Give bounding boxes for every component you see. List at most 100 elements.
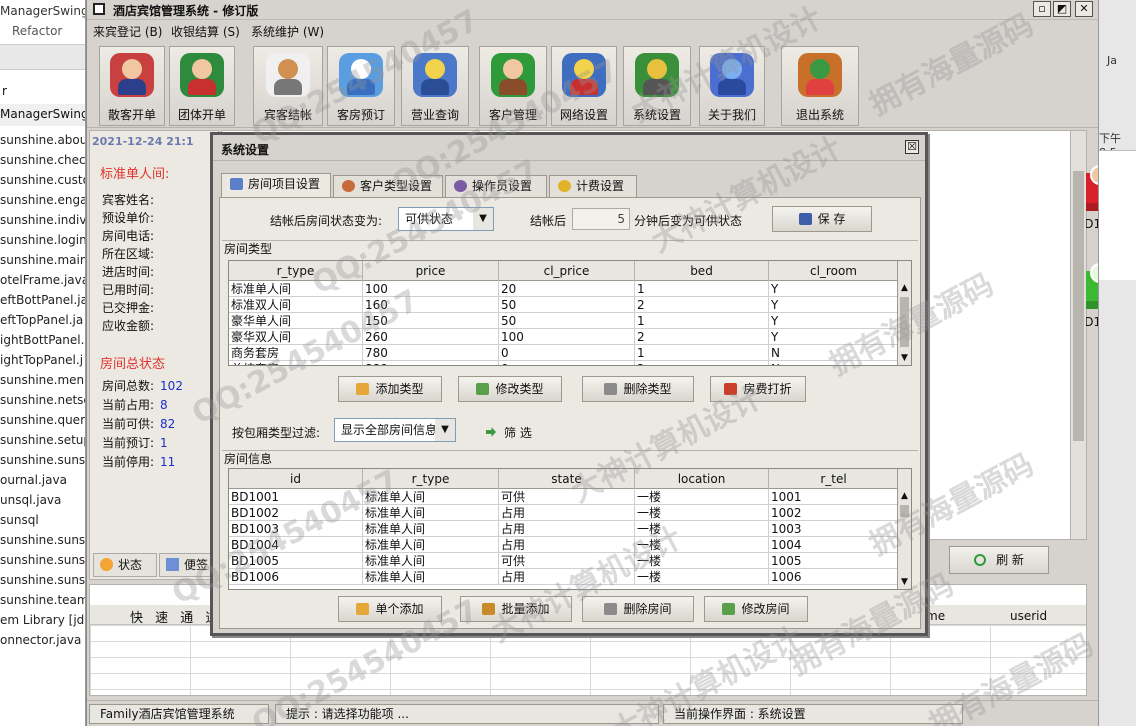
ide-file-item[interactable]: ightBottPanel. [0, 330, 85, 350]
add-room-button[interactable]: 单个添加 [338, 596, 442, 622]
table-cell: 260 [363, 329, 499, 345]
table-cell: 标准单人间 [363, 521, 499, 537]
scroll-up-icon[interactable]: ▲ [898, 489, 911, 503]
scroll-thumb[interactable] [900, 505, 909, 517]
batch-add-button[interactable]: 批量添加 [460, 596, 572, 622]
minimize-button[interactable]: ▫ [1033, 1, 1051, 17]
ide-file-item[interactable]: sunshine.menu [0, 370, 85, 390]
ide-file-item[interactable]: eftTopPanel.ja [0, 310, 85, 330]
toolbar-button-1[interactable]: 团体开单 [169, 46, 235, 126]
delete-room-button[interactable]: 删除房间 [582, 596, 694, 622]
toolbar-button-8[interactable]: 关于我们 [699, 46, 765, 126]
refresh-button[interactable]: 刷 新 [949, 546, 1049, 574]
ide-file-item[interactable]: unsql.java [0, 490, 85, 510]
tab-label: 计费设置 [576, 179, 625, 193]
close-button[interactable]: ✕ [1075, 1, 1093, 17]
ide-tab-ja[interactable]: Ja [1107, 54, 1117, 67]
toolbar-button-2[interactable]: 宾客结帐 [253, 46, 323, 126]
ide-file-item[interactable]: sunshine.about [0, 130, 85, 150]
scroll-down-icon[interactable]: ▼ [898, 575, 911, 589]
menu-maintenance[interactable]: 系统维护 (W) [251, 23, 324, 40]
column-header[interactable]: r_type [363, 469, 499, 489]
tab-room-settings[interactable]: 房间项目设置 [221, 173, 331, 198]
ide-file-item[interactable]: eftBottPanel.ja [0, 290, 85, 310]
table-cell: 1004 [769, 537, 899, 553]
toolbar-button-0[interactable]: 散客开单 [99, 46, 165, 126]
toolbar-button-3[interactable]: 客房预订 [327, 46, 395, 126]
delete-type-button[interactable]: 删除类型 [582, 376, 694, 402]
ide-file-item[interactable]: sunshine.main [0, 250, 85, 270]
ide-file-item[interactable]: sunshine.custo [0, 170, 85, 190]
tab-customer-type[interactable]: 客户类型设置 [333, 175, 443, 197]
menu-bar: 来宾登记 (B) 收银结算 (S) 系统维护 (W) [87, 20, 1098, 42]
scroll-thumb[interactable] [1073, 171, 1084, 441]
table-cell: 1005 [769, 553, 899, 569]
column-header[interactable]: cl_price [499, 261, 635, 281]
filter-button[interactable]: 筛 选 [486, 424, 532, 441]
save-button[interactable]: 保 存 [772, 206, 872, 232]
column-header[interactable]: r_type [229, 261, 363, 281]
scroll-down-icon[interactable]: ▼ [898, 351, 911, 365]
ide-file-item[interactable]: onnector.java [0, 630, 85, 650]
table-cell: 总统套房 [229, 361, 363, 365]
column-header[interactable]: bed [635, 261, 769, 281]
toolbar-button-4[interactable]: 营业查询 [401, 46, 469, 126]
ide-file-item[interactable]: sunshine.quer [0, 410, 85, 430]
toolbar-button-7[interactable]: 系统设置 [623, 46, 691, 126]
room-scrollbar[interactable] [1070, 131, 1086, 539]
ide-file-item[interactable]: sunshine.netse [0, 390, 85, 410]
table-cell: N [769, 345, 899, 361]
discount-button[interactable]: 房费打折 [710, 376, 806, 402]
column-header[interactable]: state [499, 469, 635, 489]
room-type-table[interactable]: r_type price cl_price bed cl_room 标准单人间 100 20 1… [228, 260, 912, 366]
maximize-button[interactable]: ◩ [1053, 1, 1071, 17]
ide-file-item[interactable]: sunshine.team [0, 590, 85, 610]
column-header[interactable]: r_tel [769, 469, 899, 489]
table-scrollbar[interactable]: ▲ ▼ [897, 469, 911, 589]
ide-project-row[interactable]: ManagerSwing [0, 104, 85, 126]
refactor-menu[interactable]: Refactor [12, 24, 62, 38]
ide-file-item[interactable]: sunshine.enga [0, 190, 85, 210]
ide-file-item[interactable]: sunshine.suns [0, 570, 85, 590]
ide-file-item[interactable]: em Library [jd [0, 610, 85, 630]
button-label: 删除房间 [623, 602, 672, 616]
toolbar-button-5[interactable]: 客户管理 [479, 46, 547, 126]
tab-billing[interactable]: 计费设置 [549, 175, 637, 197]
dialog-close-button[interactable]: ☒ [905, 140, 919, 154]
menu-cashier[interactable]: 收银结算 (S) [171, 23, 240, 40]
scroll-thumb[interactable] [900, 297, 909, 347]
room-info-table[interactable]: id r_type state location r_tel BD1001 标准单人间 可供一… [228, 468, 912, 590]
tab-status[interactable]: 状态 [93, 553, 157, 577]
ide-file-item[interactable]: otelFrame.java [0, 270, 85, 290]
room-filter-select[interactable]: 显示全部房间信息 ▼ [334, 418, 456, 442]
minutes-input[interactable]: 5 [572, 208, 630, 230]
column-header[interactable]: price [363, 261, 499, 281]
edit-room-button[interactable]: 修改房间 [704, 596, 808, 622]
ide-file-item[interactable]: sunshine.indiv [0, 210, 85, 230]
button-label: 单个添加 [375, 602, 424, 616]
toolbar-button-6[interactable]: 网络设置 [551, 46, 617, 126]
room-field-label: 已用时间: [102, 283, 155, 297]
column-header[interactable]: cl_room [769, 261, 899, 281]
room-settings-pane: 结帐后房间状态变为: 可供状态 ▼ 结帐后 5 分钟后变为可供状态 保 存 房间… [219, 197, 921, 629]
add-type-button[interactable]: 添加类型 [338, 376, 442, 402]
ide-file-item[interactable]: sunshine.suns [0, 530, 85, 550]
scroll-up-icon[interactable]: ▲ [898, 281, 911, 295]
ide-file-item[interactable]: sunshine.chec [0, 150, 85, 170]
menu-guest-register[interactable]: 来宾登记 (B) [93, 23, 162, 40]
ide-file-item[interactable]: ightTopPanel.j [0, 350, 85, 370]
table-scrollbar[interactable]: ▲ ▼ [897, 261, 911, 365]
toolbar-button-9[interactable]: 退出系统 [781, 46, 859, 126]
ide-file-item[interactable]: sunshine.login [0, 230, 85, 250]
ide-file-item[interactable]: sunshine.suns [0, 450, 85, 470]
edit-type-button[interactable]: 修改类型 [458, 376, 562, 402]
column-header[interactable]: location [635, 469, 769, 489]
ide-file-item[interactable]: sunsql [0, 510, 85, 530]
ide-file-item[interactable]: sunshine.setup [0, 430, 85, 450]
ide-file-item[interactable]: sunshine.suns [0, 550, 85, 570]
table-cell: 标准单人间 [363, 553, 499, 569]
ide-file-item[interactable]: ournal.java [0, 470, 85, 490]
column-header[interactable]: id [229, 469, 363, 489]
checkout-state-select[interactable]: 可供状态 ▼ [398, 207, 494, 231]
tab-operator[interactable]: 操作员设置 [445, 175, 547, 197]
